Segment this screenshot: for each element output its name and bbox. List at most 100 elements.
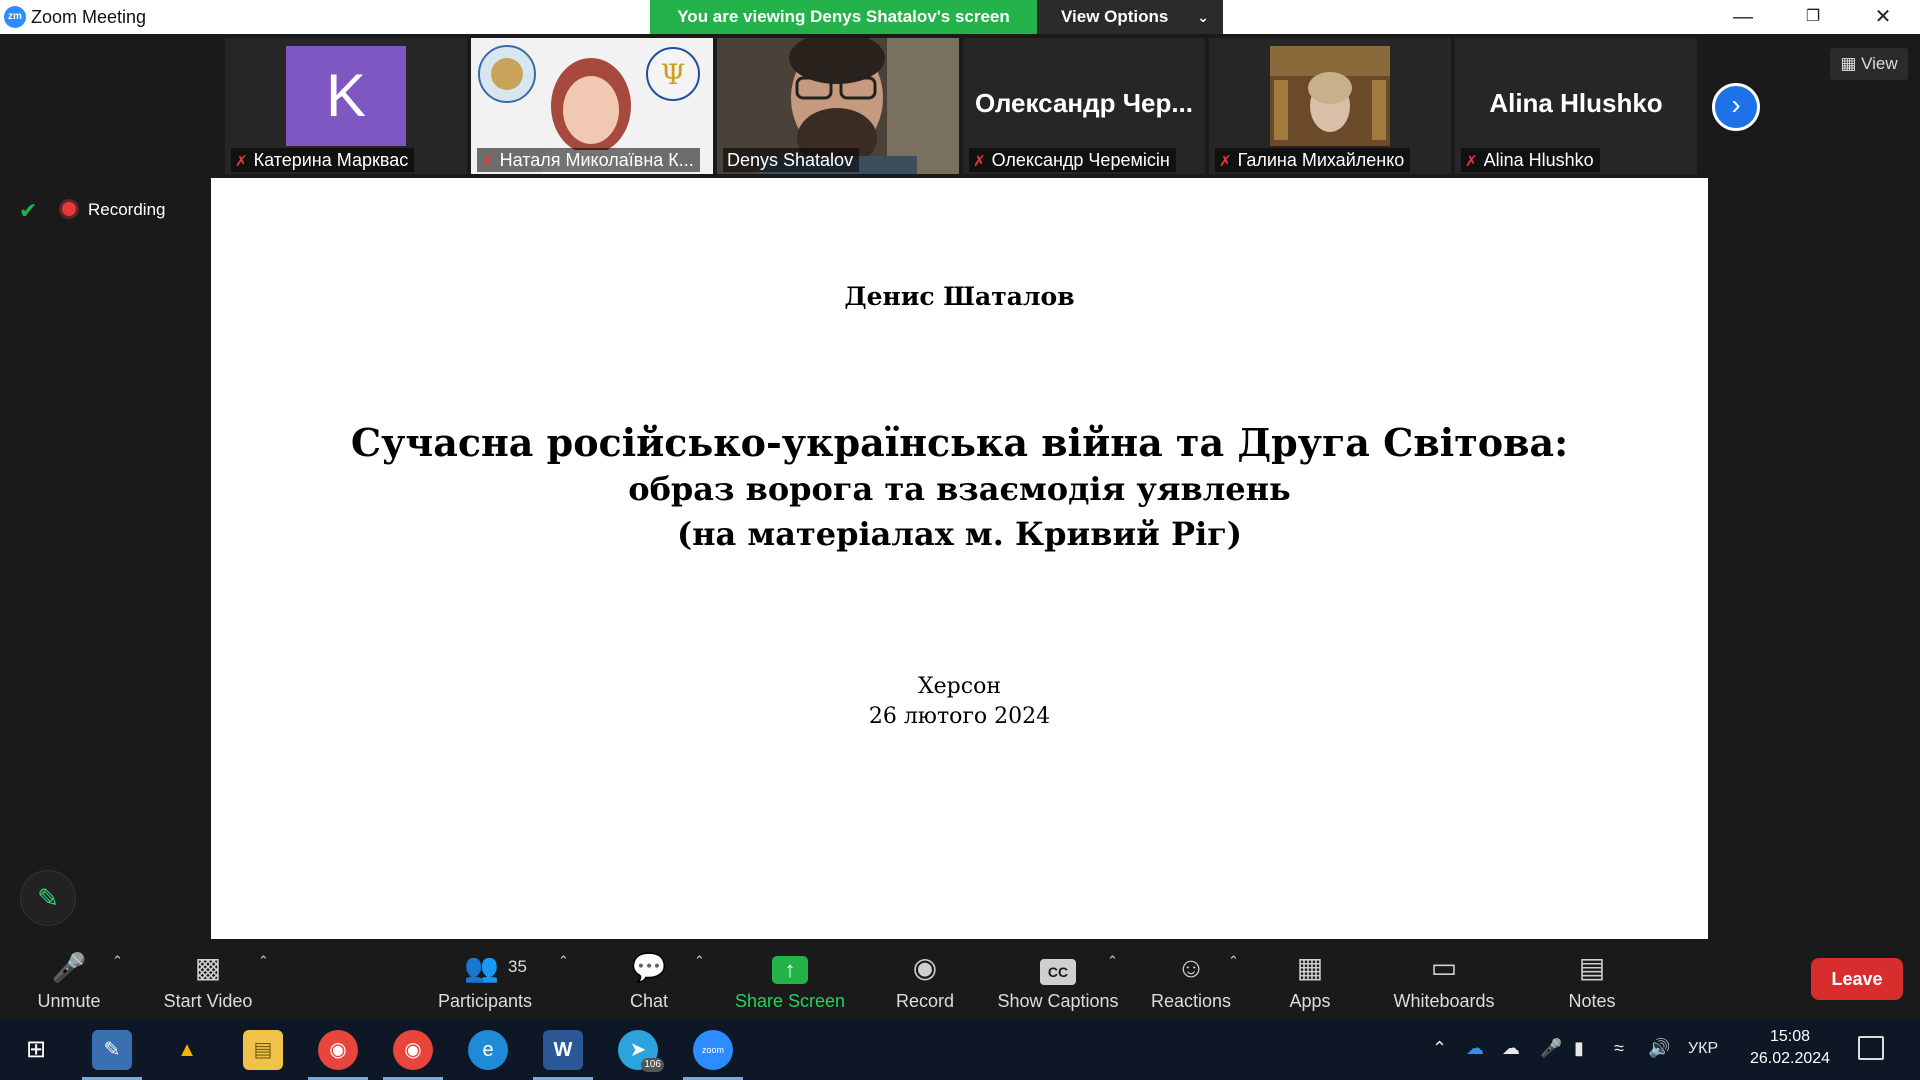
telegram-badge: 106 (641, 1058, 664, 1072)
avatar: K (286, 46, 406, 146)
video-options-caret[interactable]: ⌃ (254, 941, 274, 1020)
speaker-icon[interactable]: 🔊 (1648, 1038, 1670, 1059)
notification-icon[interactable] (1858, 1036, 1884, 1060)
slide-subtitle: образ ворога та взаємодія уявлень (628, 470, 1291, 508)
restore-button[interactable]: ❐ (1790, 2, 1836, 32)
record-button[interactable]: ◉ Record (880, 941, 970, 1020)
view-layout-button[interactable]: ▦ View (1830, 48, 1908, 80)
whiteboard-icon: ▭ (1430, 952, 1458, 983)
audio-options-caret[interactable]: ⌃ (108, 941, 128, 1020)
participants-count: 35 (508, 957, 527, 976)
slide-author: Денис Шаталов (844, 282, 1075, 311)
chat-button[interactable]: 💬 Chat (614, 941, 684, 1020)
participant-tile[interactable]: K ✗ Катерина Марквас (225, 38, 467, 174)
pencil-icon[interactable]: ✎ (20, 870, 76, 926)
caret-up-icon: ⌃ (1107, 953, 1118, 968)
participants-button[interactable]: 👥 35 Participants (430, 941, 540, 1020)
clock-date: 26.02.2024 (1749, 1050, 1831, 1067)
reactions-options-caret[interactable]: ⌃ (1224, 941, 1244, 1020)
svg-text:Ψ: Ψ (661, 58, 686, 91)
participant-tile[interactable]: Олександр Чер... ✗ Олександр Черемісін (963, 38, 1205, 174)
microphone-icon[interactable]: 🎤 (1540, 1038, 1562, 1059)
participant-video (1270, 46, 1390, 146)
participant-name: ✗ Олександр Черемісін (969, 148, 1176, 172)
participant-tile-active-speaker[interactable]: Denys Shatalov (717, 38, 959, 174)
muted-mic-icon: ✗ (973, 153, 986, 170)
file-explorer-icon[interactable]: ▤ (243, 1030, 283, 1070)
edge-icon[interactable]: e (468, 1030, 508, 1070)
participant-display-name: Олександр Чер... (974, 88, 1194, 118)
chat-options-caret[interactable]: ⌃ (690, 941, 710, 1020)
chrome-icon[interactable]: ◉ (308, 1030, 368, 1080)
participant-name: ✗ Alina Hlushko (1461, 148, 1600, 172)
unmute-button[interactable]: 🎤 Unmute (24, 941, 114, 1020)
next-page-button[interactable]: › (1712, 83, 1760, 131)
battery-icon[interactable]: ▮ (1574, 1038, 1584, 1059)
chevron-up-icon[interactable]: ⌃ (1432, 1038, 1447, 1059)
meeting-toolbar: 🎤 Unmute ⌃ ▩ Start Video ⌃ 👥 35 Particip… (0, 941, 1920, 1020)
slide-date: 26 лютого 2024 (868, 704, 1051, 729)
close-button[interactable]: ✕ (1860, 2, 1906, 32)
participant-name: ✗ Наталя Миколаївна К... (477, 148, 700, 172)
cloud-icon[interactable]: ☁ (1502, 1038, 1520, 1059)
caret-up-icon: ⌃ (112, 953, 123, 968)
triangle-app-icon[interactable]: ▲ (167, 1030, 207, 1070)
paint-app-icon[interactable]: ✎ (82, 1030, 142, 1080)
start-video-button[interactable]: ▩ Start Video (154, 941, 262, 1020)
start-video-label: Start Video (163, 991, 253, 1011)
recording-indicator[interactable]: Recording (62, 196, 166, 224)
participant-name: Denys Shatalov (723, 148, 860, 172)
minimize-button[interactable]: — (1720, 2, 1766, 32)
view-options-label: View Options (1061, 7, 1169, 26)
chat-label: Chat (629, 991, 669, 1011)
participant-tile[interactable]: Ψ ✗ Наталя Миколаївна К... (471, 38, 713, 174)
apps-icon: ▦ (1296, 952, 1324, 983)
record-icon: ◉ (912, 952, 938, 983)
captions-options-caret[interactable]: ⌃ (1103, 941, 1123, 1020)
telegram-icon[interactable]: ➤ 106 (618, 1030, 664, 1072)
zoom-taskbar-icon[interactable]: zoom (683, 1030, 743, 1080)
caret-up-icon: ⌃ (1228, 953, 1239, 968)
leave-button[interactable]: Leave (1811, 958, 1903, 1000)
video-off-icon: ▩ (194, 952, 222, 983)
caret-up-icon: ⌃ (694, 953, 705, 968)
share-screen-button[interactable]: ↑ Share Screen (730, 941, 850, 1020)
windows-taskbar: ⊞ ✎ ▲ ▤ ◉ ◉ e W ➤ 106 zoom ⌃ ☁ ☁ 🎤 ▮ ≈ 🔊 … (0, 1020, 1920, 1080)
meeting-area: K ✗ Катерина Марквас Ψ ✗ Наталя Миколаївна… (0, 34, 1920, 941)
slide-title: Сучасна російсько-українська війна та Др… (350, 420, 1569, 465)
recording-label: Recording (88, 200, 166, 219)
wifi-icon[interactable]: ≈ (1614, 1038, 1624, 1059)
clock-time: 15:08 (1769, 1028, 1811, 1045)
apps-label: Apps (1289, 991, 1331, 1011)
participant-tile[interactable]: Alina Hlushko ✗ Alina Hlushko (1455, 38, 1697, 174)
onedrive-icon[interactable]: ☁ (1466, 1038, 1484, 1059)
title-bar: zm Zoom Meeting You are viewing Denys Sh… (0, 0, 1920, 34)
language-indicator[interactable]: УКР (1688, 1040, 1718, 1058)
shield-icon[interactable]: ✔ (19, 198, 41, 223)
share-screen-label: Share Screen (734, 991, 846, 1011)
grid-icon: ▦ (1840, 54, 1857, 73)
whiteboards-button[interactable]: ▭ Whiteboards (1384, 941, 1504, 1020)
notes-label: Notes (1568, 991, 1616, 1011)
windows-start-icon[interactable]: ⊞ (16, 1030, 56, 1070)
view-options-button[interactable]: View Options ⌄ (1037, 0, 1223, 34)
participant-tile[interactable]: ✗ Галина Михайленко (1209, 38, 1451, 174)
participant-name: ✗ Катерина Марквас (231, 148, 415, 172)
recording-dot-icon (62, 202, 76, 216)
participant-display-name: Alina Hlushko (1489, 88, 1663, 118)
muted-microphone-icon: 🎤 (51, 952, 87, 983)
reactions-button[interactable]: ☺ Reactions (1146, 941, 1236, 1020)
word-icon[interactable]: W (533, 1030, 593, 1080)
apps-button[interactable]: ▦ Apps (1270, 941, 1350, 1020)
caret-up-icon: ⌃ (258, 953, 269, 968)
slide-subtitle-note: (на матеріалах м. Кривий Ріг) (676, 515, 1243, 553)
share-screen-icon: ↑ (730, 951, 850, 985)
taskbar-clock[interactable]: 15:08 26.02.2024 (1740, 1026, 1840, 1070)
unmute-label: Unmute (37, 991, 101, 1011)
notes-icon: ▤ (1578, 952, 1606, 983)
participants-options-caret[interactable]: ⌃ (554, 941, 574, 1020)
chrome-profile-icon[interactable]: ◉ (383, 1030, 443, 1080)
notes-button[interactable]: ▤ Notes (1552, 941, 1632, 1020)
muted-mic-icon: ✗ (1219, 153, 1232, 170)
shared-screen-slide: Денис Шаталов Сучасна російсько-українсь… (211, 178, 1708, 939)
